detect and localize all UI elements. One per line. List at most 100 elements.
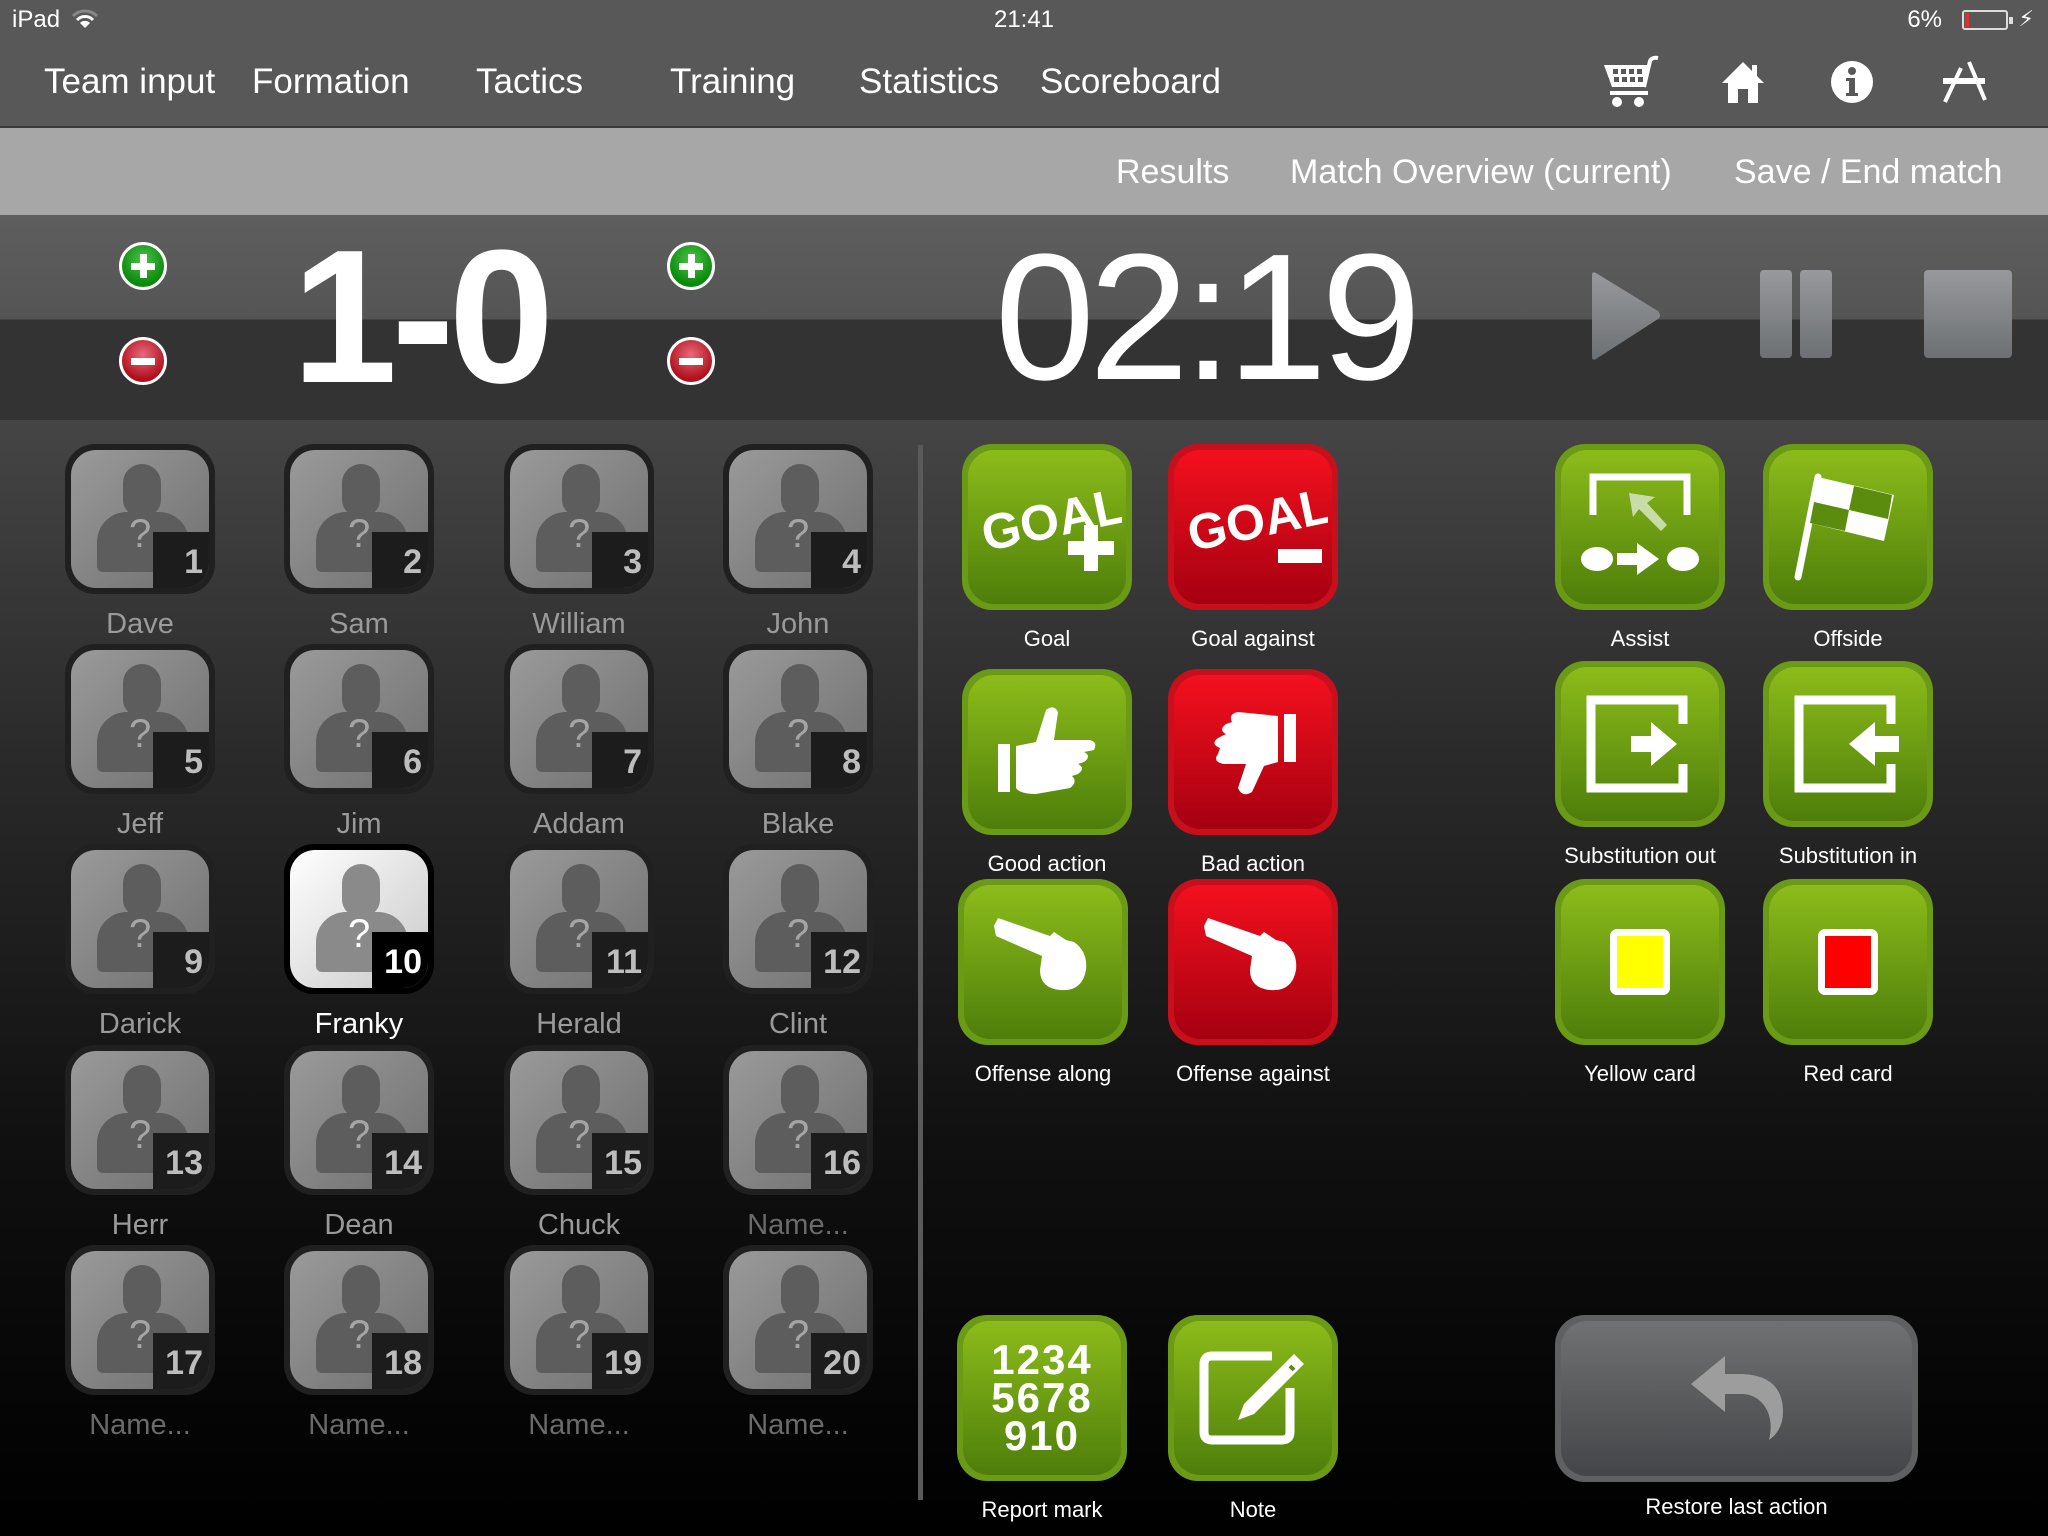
player-slot[interactable]: ? 4 John bbox=[718, 444, 878, 644]
assist-button[interactable]: Assist bbox=[1555, 444, 1725, 651]
player-avatar: ? 13 bbox=[65, 1045, 215, 1195]
substitution-out-button[interactable]: Substitution out bbox=[1555, 661, 1725, 868]
player-slot[interactable]: ? 18 Name... bbox=[279, 1245, 439, 1445]
player-slot[interactable]: ? 8 Blake bbox=[718, 644, 878, 844]
player-name: Dean bbox=[324, 1209, 394, 1241]
player-number: 3 bbox=[592, 532, 648, 588]
undo-arrow-icon bbox=[1690, 1355, 1783, 1440]
assist-icon bbox=[1581, 473, 1699, 575]
away-score-minus-button[interactable] bbox=[667, 337, 715, 385]
player-slot[interactable]: ? 7 Addam bbox=[499, 644, 659, 844]
substitution-in-button[interactable]: Substitution in bbox=[1763, 661, 1933, 868]
player-slot[interactable]: ? 2 Sam bbox=[279, 444, 439, 644]
nav-formation[interactable]: Formation bbox=[252, 62, 410, 102]
nav-tactics[interactable]: Tactics bbox=[476, 62, 583, 102]
bad-action-button[interactable]: Bad action bbox=[1168, 669, 1338, 876]
note-label: Note bbox=[1229, 1497, 1277, 1522]
player-number: 2 bbox=[372, 532, 428, 588]
player-slot[interactable]: ? 12 Clint bbox=[718, 844, 878, 1044]
player-name: Jeff bbox=[116, 808, 164, 840]
player-slot[interactable]: ? 3 William bbox=[499, 444, 659, 644]
player-slot[interactable]: ? 17 Name... bbox=[60, 1245, 220, 1445]
player-number: 12 bbox=[811, 932, 867, 988]
away-score-plus-button[interactable] bbox=[667, 242, 715, 290]
unknown-photo-icon: ? bbox=[787, 712, 810, 756]
player-name: Darick bbox=[98, 1008, 182, 1040]
subnav-match-overview[interactable]: Match Overview (current) bbox=[1290, 153, 1672, 192]
report-mark-button[interactable]: 1234 5678 910 Report mark bbox=[957, 1315, 1127, 1522]
player-slot[interactable]: ? 15 Chuck bbox=[499, 1045, 659, 1245]
yellow-card-icon bbox=[1610, 929, 1670, 995]
info-icon[interactable] bbox=[1822, 54, 1882, 110]
unknown-photo-icon: ? bbox=[568, 1113, 591, 1157]
player-slot[interactable]: ? 19 Name... bbox=[499, 1245, 659, 1445]
silhouette-head bbox=[342, 464, 380, 516]
player-number: 16 bbox=[811, 1133, 867, 1189]
player-photo: ? 9 bbox=[71, 850, 209, 988]
player-name: Herald bbox=[536, 1008, 622, 1040]
enter-arrow-icon bbox=[1794, 695, 1899, 793]
nav-team-input[interactable]: Team input bbox=[44, 62, 215, 102]
player-slot[interactable]: ? 13 Herr bbox=[60, 1045, 220, 1245]
player-avatar: ? 2 bbox=[284, 444, 434, 594]
stop-button[interactable] bbox=[1924, 270, 2012, 358]
yellow-card-button[interactable]: Yellow card bbox=[1555, 879, 1725, 1086]
player-name: Franky bbox=[314, 1008, 404, 1040]
whistle-icon bbox=[994, 918, 1087, 991]
offense-along-button[interactable]: Offense along bbox=[958, 879, 1128, 1086]
nav-scoreboard[interactable]: Scoreboard bbox=[1040, 62, 1221, 102]
player-slot[interactable]: ? 6 Jim bbox=[279, 644, 439, 844]
unknown-photo-icon: ? bbox=[129, 512, 152, 556]
player-slot[interactable]: ? 1 Dave bbox=[60, 444, 220, 644]
nav-statistics[interactable]: Statistics bbox=[859, 62, 999, 102]
offense-against-button[interactable]: Offense against bbox=[1168, 879, 1338, 1086]
player-avatar: ? 3 bbox=[504, 444, 654, 594]
offense-against-label: Offense against bbox=[1176, 1061, 1330, 1086]
goal-button[interactable]: GOAL Goal bbox=[962, 444, 1132, 651]
player-slot[interactable]: ? 5 Jeff bbox=[60, 644, 220, 844]
good-action-button[interactable]: Good action bbox=[962, 669, 1132, 876]
player-photo: ? 2 bbox=[290, 450, 428, 588]
player-avatar: ? 11 bbox=[504, 844, 654, 994]
player-name: Herr bbox=[111, 1209, 169, 1241]
note-button[interactable]: Note bbox=[1168, 1315, 1338, 1522]
player-slot[interactable]: ? 20 Name... bbox=[718, 1245, 878, 1445]
player-photo: ? 14 bbox=[290, 1051, 428, 1189]
player-slot[interactable]: ? 10 Franky bbox=[279, 844, 439, 1044]
player-avatar: ? 19 bbox=[504, 1245, 654, 1395]
goal-against-button[interactable]: GOAL Goal against bbox=[1168, 444, 1338, 651]
score-display: 1-0 bbox=[291, 211, 555, 423]
unknown-photo-icon: ? bbox=[348, 1113, 371, 1157]
silhouette-head bbox=[342, 664, 380, 716]
player-avatar: ? 12 bbox=[723, 844, 873, 994]
player-slot[interactable]: ? 14 Dean bbox=[279, 1045, 439, 1245]
silhouette-head bbox=[781, 1265, 819, 1317]
pause-button[interactable] bbox=[1760, 270, 1832, 358]
unknown-photo-icon: ? bbox=[787, 1313, 810, 1357]
nav-training[interactable]: Training bbox=[670, 62, 795, 102]
player-name: Name... bbox=[308, 1409, 410, 1441]
home-score-plus-button[interactable] bbox=[119, 242, 167, 290]
silhouette-head bbox=[562, 1065, 600, 1117]
player-photo: ? 4 bbox=[729, 450, 867, 588]
red-card-button[interactable]: Red card bbox=[1763, 879, 1933, 1086]
player-photo: ? 16 bbox=[729, 1051, 867, 1189]
player-number: 19 bbox=[592, 1333, 648, 1389]
offside-button[interactable]: Offside bbox=[1763, 444, 1933, 651]
home-score-minus-button[interactable] bbox=[119, 337, 167, 385]
cart-icon[interactable] bbox=[1602, 54, 1662, 110]
subnav-save-end-match[interactable]: Save / End match bbox=[1734, 153, 2002, 192]
player-number: 18 bbox=[372, 1333, 428, 1389]
unknown-photo-icon: ? bbox=[568, 712, 591, 756]
home-icon[interactable] bbox=[1713, 54, 1773, 110]
player-photo: ? 7 bbox=[510, 650, 648, 788]
subnav-results[interactable]: Results bbox=[1116, 153, 1229, 192]
player-slot[interactable]: ? 11 Herald bbox=[499, 844, 659, 1044]
player-avatar: ? 5 bbox=[65, 644, 215, 794]
player-slot[interactable]: ? 9 Darick bbox=[60, 844, 220, 1044]
restore-last-action-button[interactable] bbox=[1555, 1315, 1918, 1482]
player-slot[interactable]: ? 16 Name... bbox=[718, 1045, 878, 1245]
player-avatar: ? 6 bbox=[284, 644, 434, 794]
play-button[interactable] bbox=[1590, 271, 1662, 361]
app-store-icon[interactable] bbox=[1934, 54, 1994, 110]
